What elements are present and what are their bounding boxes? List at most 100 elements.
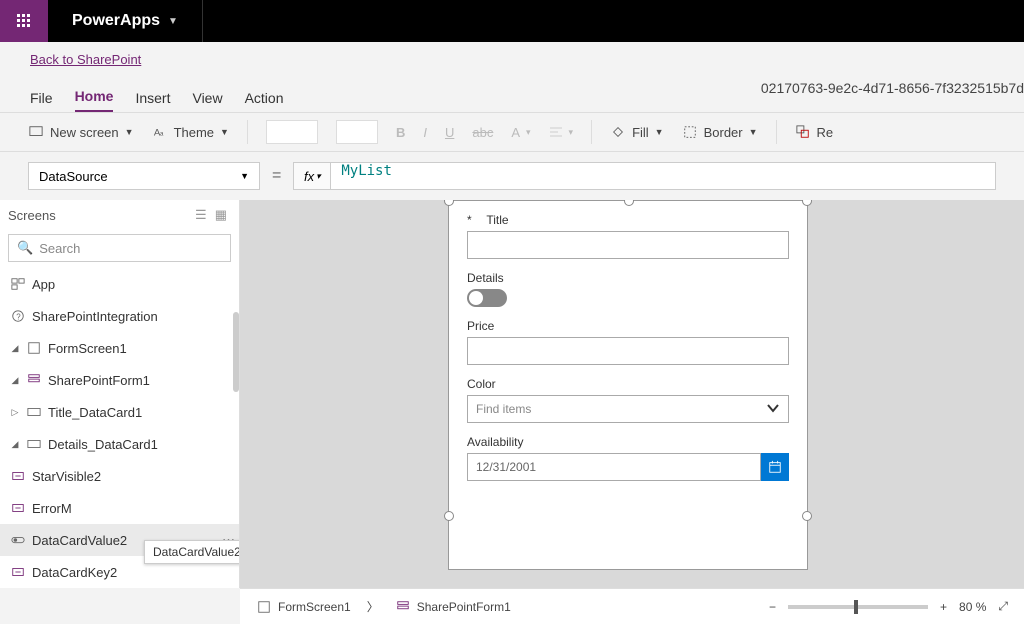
zoom-out-button[interactable]: − — [769, 600, 776, 614]
theme-icon: Aa — [152, 124, 168, 140]
reorder-icon — [795, 124, 811, 140]
back-link-bar: Back to SharePoint — [0, 42, 1024, 76]
scrollbar[interactable] — [233, 312, 239, 392]
label-control-icon — [10, 500, 26, 516]
tree-item-starvisible[interactable]: StarVisible2 — [0, 460, 239, 492]
details-toggle[interactable] — [467, 289, 507, 307]
chevron-down-icon: ▼ — [168, 16, 178, 27]
workspace: Screens ☰ ▦ 🔍 Search App ? SharePointInt… — [0, 200, 1024, 588]
price-input[interactable] — [467, 337, 789, 365]
expand-icon[interactable]: ◢ — [10, 439, 20, 450]
availability-field: Availability 12/31/2001 — [449, 423, 807, 481]
align-button[interactable]: ▾ — [549, 125, 574, 139]
form-surface[interactable]: * Title Details Price Color Find items A… — [448, 200, 808, 570]
app-launcher-waffle-icon[interactable] — [0, 0, 48, 42]
app-title-dropdown[interactable]: PowerApps ▼ — [72, 12, 178, 30]
fill-button[interactable]: Fill ▼ — [610, 124, 664, 140]
screen-icon — [28, 124, 44, 140]
screen-icon — [26, 340, 42, 356]
label-control-icon — [10, 564, 26, 580]
menu-action[interactable]: Action — [245, 90, 284, 112]
paint-bucket-icon — [610, 124, 626, 140]
chevron-down-icon: ▼ — [220, 127, 229, 137]
menu-bar: File Home Insert View Action 02170763-9e… — [0, 76, 1024, 112]
card-icon — [26, 436, 42, 452]
list-view-icon[interactable]: ☰ — [195, 207, 207, 223]
bold-button[interactable]: B — [396, 125, 405, 140]
new-screen-button[interactable]: New screen ▼ — [28, 124, 134, 140]
fit-to-window-button[interactable]: ⤢ — [998, 599, 1008, 614]
menu-file[interactable]: File — [30, 90, 53, 112]
tooltip: DataCardValue2 — [144, 540, 239, 564]
tree-item-details-datacard[interactable]: ◢ Details_DataCard1 — [0, 428, 239, 460]
tree-item-errormessage[interactable]: ErrorM — [0, 492, 239, 524]
card-icon — [26, 404, 42, 420]
title-input[interactable] — [467, 231, 789, 259]
border-icon — [682, 124, 698, 140]
chevron-down-icon: ▼ — [125, 127, 134, 137]
fx-button[interactable]: fx▾ — [293, 162, 331, 190]
divider — [591, 120, 592, 144]
panel-title: Screens — [8, 208, 56, 223]
app-icon — [10, 276, 26, 292]
italic-button[interactable]: I — [423, 125, 427, 140]
form-icon — [395, 599, 411, 615]
border-button[interactable]: Border ▼ — [682, 124, 758, 140]
tree-item-title-datacard[interactable]: ▷ Title_DataCard1 — [0, 396, 239, 428]
tree-item-formscreen[interactable]: ◢ FormScreen1 — [0, 332, 239, 364]
resize-handle[interactable] — [802, 200, 812, 206]
ribbon-toolbar: New screen ▼ Aa Theme ▼ B I U abc A▾ ▾ F… — [0, 112, 1024, 152]
breadcrumb-sharepointform[interactable]: SharePointForm1 — [395, 599, 511, 615]
tree-item-app[interactable]: App — [0, 268, 239, 300]
design-canvas[interactable]: * Title Details Price Color Find items A… — [240, 200, 1024, 588]
back-to-sharepoint-link[interactable]: Back to SharePoint — [30, 52, 141, 67]
expand-icon[interactable]: ▷ — [10, 407, 20, 418]
font-dropdown[interactable] — [266, 120, 318, 144]
expand-icon[interactable]: ◢ — [10, 375, 20, 386]
tree-item-sharepointform[interactable]: ◢ SharePointForm1 — [0, 364, 239, 396]
divider — [776, 120, 777, 144]
underline-button[interactable]: U — [445, 125, 454, 140]
font-size-dropdown[interactable] — [336, 120, 378, 144]
chevron-down-icon — [766, 401, 780, 418]
theme-button[interactable]: Aa Theme ▼ — [152, 124, 229, 140]
availability-date-input[interactable]: 12/31/2001 — [467, 453, 761, 481]
title-field: * Title — [449, 201, 807, 259]
menu-home[interactable]: Home — [75, 88, 114, 112]
color-field: Color Find items — [449, 365, 807, 423]
divider — [202, 0, 203, 42]
label-control-icon — [10, 468, 26, 484]
reorder-button[interactable]: Re — [795, 124, 834, 140]
search-input[interactable]: 🔍 Search — [8, 234, 231, 262]
equals-label: = — [272, 167, 281, 185]
chevron-right-icon: 〉 — [367, 598, 379, 615]
resize-handle[interactable] — [802, 511, 812, 521]
strikethrough-button[interactable]: abc — [472, 125, 493, 140]
divider — [247, 120, 248, 144]
formula-input[interactable]: MyList — [331, 162, 996, 190]
font-color-button[interactable]: A▾ — [511, 125, 530, 140]
breadcrumb-formscreen[interactable]: FormScreen1 — [256, 599, 351, 615]
status-bar: FormScreen1 〉 SharePointForm1 − + 80 % ⤢ — [240, 588, 1024, 624]
resize-handle[interactable] — [444, 511, 454, 521]
zoom-in-button[interactable]: + — [940, 600, 947, 614]
screen-icon — [256, 599, 272, 615]
title-bar: PowerApps ▼ — [0, 0, 1024, 42]
property-dropdown[interactable]: DataSource ▼ — [28, 162, 260, 190]
expand-icon[interactable]: ◢ — [10, 343, 20, 354]
menu-insert[interactable]: Insert — [135, 90, 170, 112]
color-select[interactable]: Find items — [467, 395, 789, 423]
required-asterisk: * — [467, 213, 472, 227]
chevron-down-icon: ▼ — [655, 127, 664, 137]
toggle-control-icon — [10, 532, 26, 548]
thumbnail-view-icon[interactable]: ▦ — [215, 207, 227, 223]
tree-item-sharepoint-integration[interactable]: ? SharePointIntegration — [0, 300, 239, 332]
screens-panel: Screens ☰ ▦ 🔍 Search App ? SharePointInt… — [0, 200, 240, 588]
formula-bar: DataSource ▼ = fx▾ MyList — [0, 152, 1024, 200]
app-name: PowerApps — [72, 12, 160, 30]
date-picker-button[interactable] — [761, 453, 789, 481]
svg-text:a: a — [160, 131, 164, 138]
menu-view[interactable]: View — [192, 90, 222, 112]
price-field: Price — [449, 307, 807, 365]
zoom-slider[interactable] — [788, 605, 928, 609]
